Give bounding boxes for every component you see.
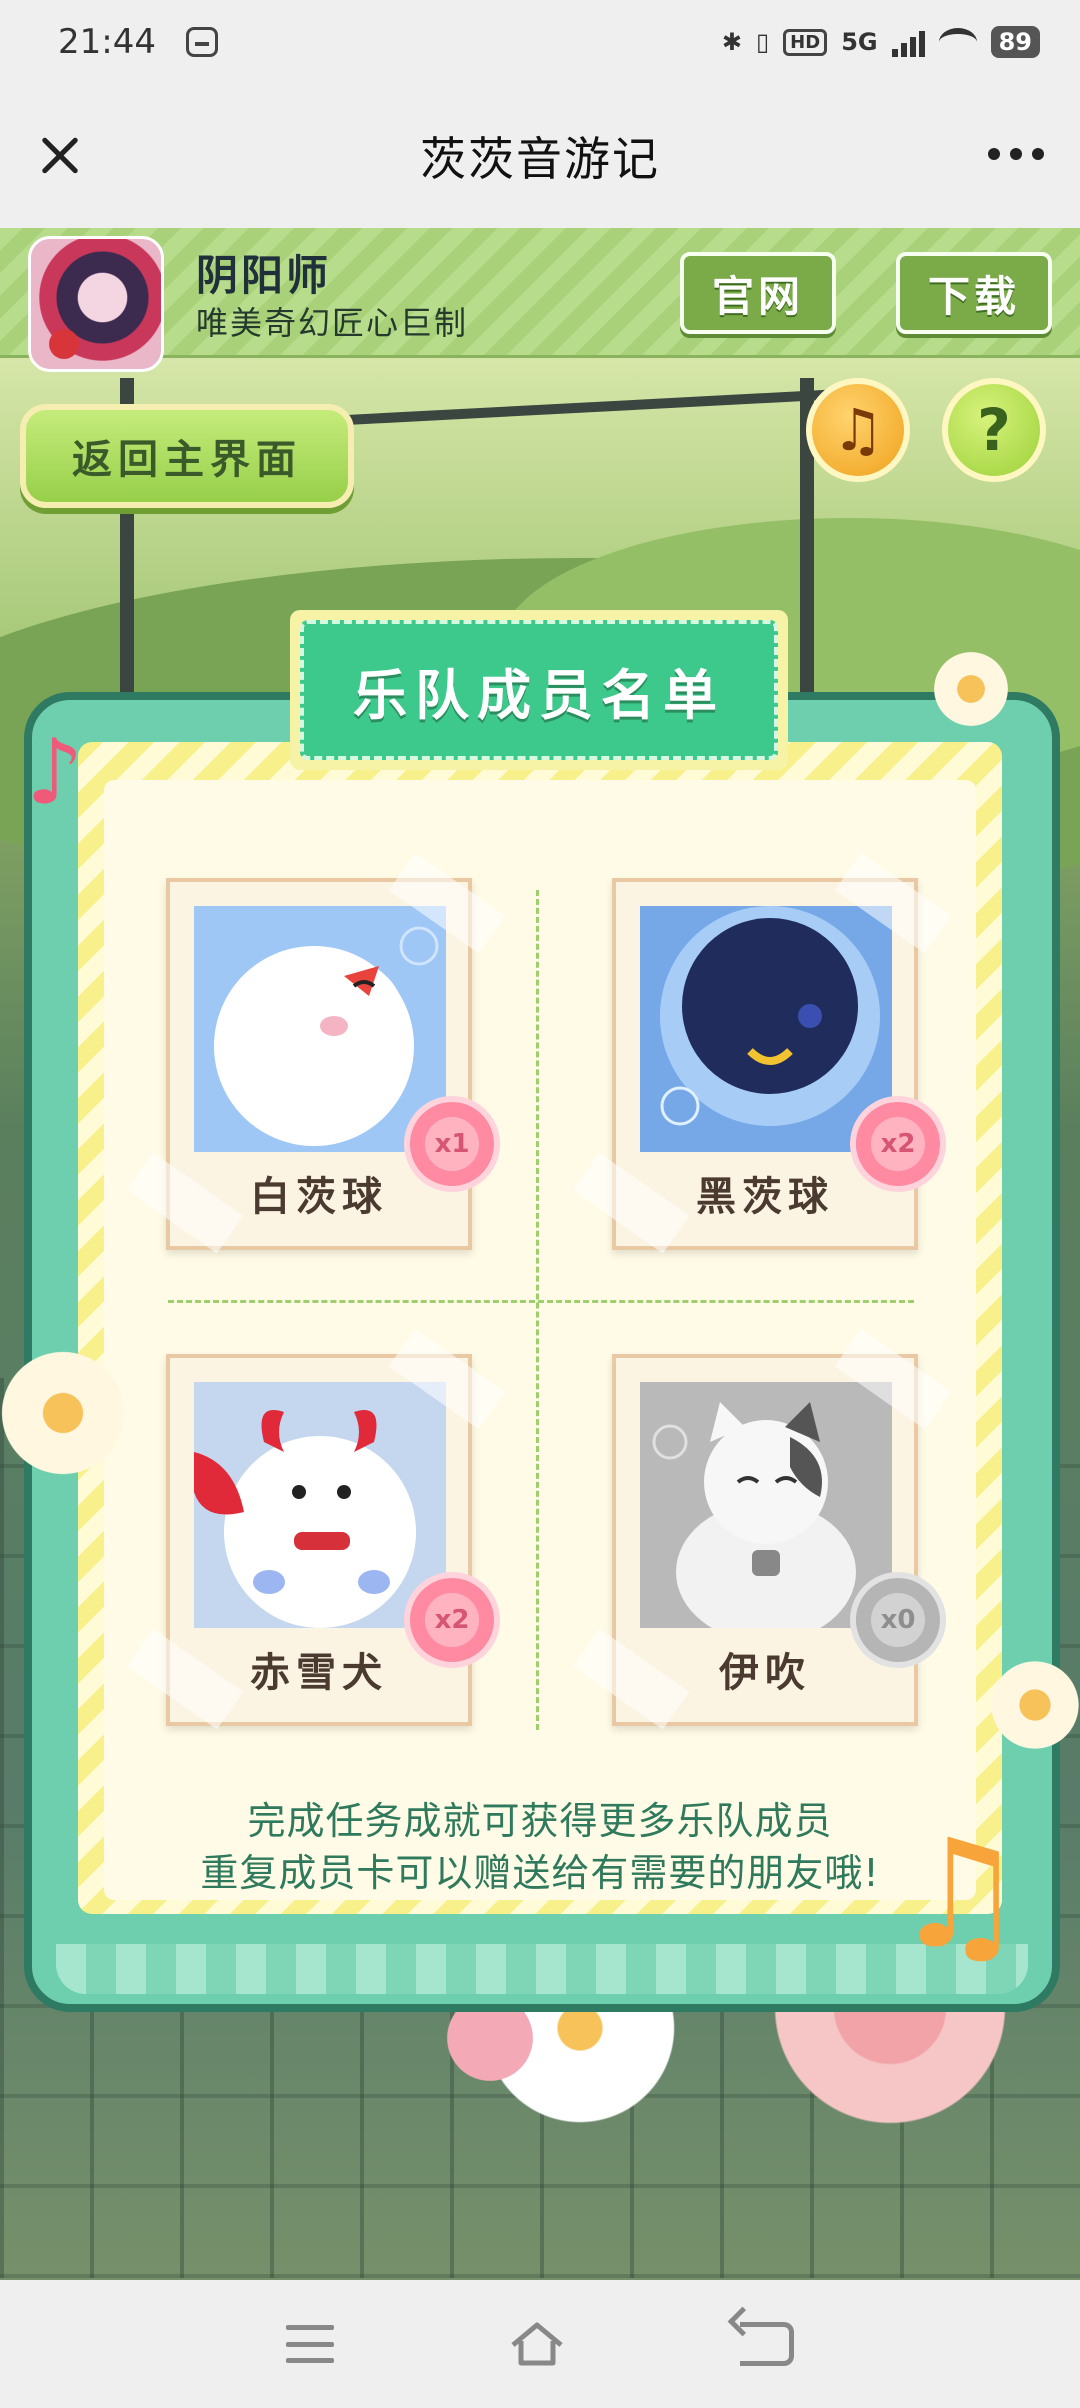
download-button[interactable]: 下载 bbox=[896, 252, 1052, 334]
back-to-main-button[interactable]: 返回主界面 bbox=[20, 404, 354, 508]
battery-indicator: 89 bbox=[990, 26, 1040, 58]
music-note-decoration: ♪ bbox=[26, 720, 84, 825]
flower-decoration bbox=[934, 652, 1008, 726]
member-count-badge: x2 bbox=[410, 1578, 494, 1662]
panel-title: 乐队成员名单 bbox=[300, 620, 778, 760]
flower-decoration bbox=[990, 1660, 1080, 1750]
vibrate-icon: ▯ bbox=[755, 28, 770, 56]
divider bbox=[168, 1300, 914, 1303]
close-icon[interactable] bbox=[28, 124, 92, 188]
member-portrait bbox=[194, 906, 446, 1152]
member-count-badge: x2 bbox=[856, 1102, 940, 1186]
bluetooth-icon: ✱ bbox=[721, 28, 742, 56]
status-indicators: ✱ ▯ HD 5G 89 bbox=[722, 26, 1040, 58]
home-icon[interactable] bbox=[507, 2319, 567, 2369]
game-banner: 阴阳师 唯美奇幻匠心巨制 官网 下载 bbox=[0, 228, 1080, 372]
member-count-badge: x0 bbox=[856, 1578, 940, 1662]
wifi-icon bbox=[938, 28, 977, 56]
game-slogan: 唯美奇幻匠心巨制 bbox=[196, 304, 469, 342]
back-icon[interactable] bbox=[739, 2322, 794, 2366]
status-bar: 21:44 ✱ ▯ HD 5G 89 bbox=[0, 0, 1080, 84]
network-type: 5G bbox=[841, 28, 878, 56]
notification-app-icon bbox=[185, 27, 218, 57]
member-portrait bbox=[640, 1382, 892, 1628]
title-bar: 茨茨音游记 bbox=[0, 84, 1080, 228]
game-app-icon bbox=[28, 236, 164, 372]
page-title: 茨茨音游记 bbox=[420, 132, 660, 186]
game-name: 阴阳师 bbox=[196, 251, 332, 300]
help-icon[interactable]: ? bbox=[942, 378, 1046, 482]
member-count-badge: x1 bbox=[410, 1102, 494, 1186]
system-nav-bar bbox=[0, 2280, 1080, 2408]
music-note-decoration: ♫ bbox=[892, 1808, 1027, 1982]
panel-title-plate: 乐队成员名单 bbox=[290, 610, 788, 770]
menu-icon[interactable] bbox=[286, 2325, 335, 2363]
divider bbox=[536, 890, 539, 1730]
flower-decoration bbox=[0, 1350, 126, 1476]
member-portrait bbox=[640, 906, 892, 1152]
member-portrait bbox=[194, 1382, 446, 1628]
signal-icon bbox=[891, 27, 925, 57]
music-note-icon[interactable]: ♫ bbox=[806, 378, 910, 482]
hd-badge: HD bbox=[783, 28, 828, 56]
status-time: 21:44 bbox=[58, 22, 156, 62]
more-icon[interactable] bbox=[988, 134, 1048, 174]
official-site-button[interactable]: 官网 bbox=[680, 252, 836, 334]
panel-stripe bbox=[56, 1944, 1028, 1994]
